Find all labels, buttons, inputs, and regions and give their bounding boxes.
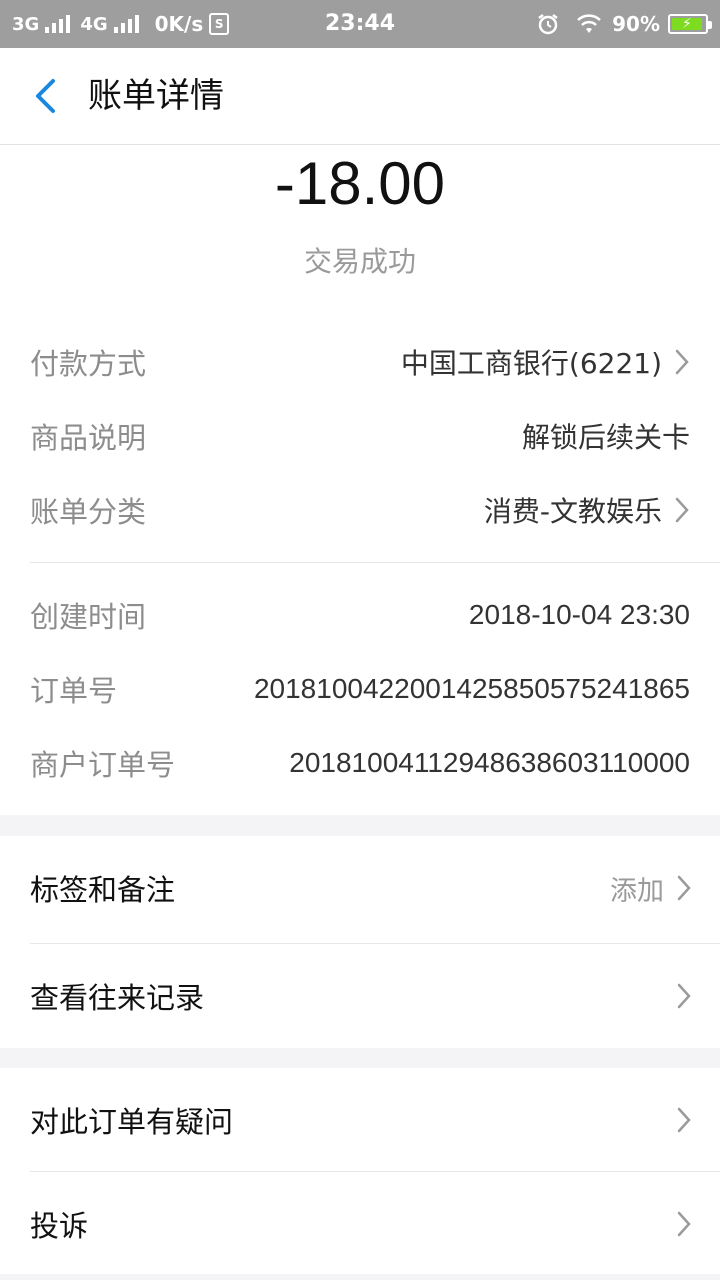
item-label: 对此订单有疑问: [30, 1105, 234, 1139]
chevron-right-icon: [677, 983, 691, 1009]
order-question-item[interactable]: 对此订单有疑问: [0, 1068, 720, 1172]
alarm-icon: [536, 12, 560, 36]
add-link[interactable]: 添加: [610, 869, 664, 908]
transaction-history-item[interactable]: 查看往来记录: [0, 944, 720, 1048]
wifi-icon: [576, 13, 602, 35]
detail-label: 付款方式: [30, 347, 147, 381]
item-right: 添加: [610, 869, 692, 908]
meta-label: 创建时间: [30, 600, 147, 634]
back-arrow-icon: [36, 79, 55, 113]
transaction-status: 交易成功: [303, 245, 416, 278]
item-right: [664, 982, 692, 1010]
detail-label: 账单分类: [30, 495, 147, 529]
detail-value: 解锁后续关卡: [521, 421, 690, 454]
meta-label: 订单号: [30, 674, 118, 708]
back-button[interactable]: [22, 72, 70, 120]
nav-bar: 账单详情: [0, 48, 720, 145]
battery-percent: 90%: [612, 12, 660, 36]
network-type-label: 4G: [80, 13, 108, 35]
amount: -18.00: [274, 150, 446, 217]
signal-3g: 3G: [12, 13, 71, 35]
action-group-2: 对此订单有疑问 投诉: [0, 1068, 720, 1274]
network-speed: 0K/s: [154, 12, 204, 36]
meta-value: 20181004112948638603110000: [289, 747, 690, 778]
meta-value: 2018100422001425850575241865: [253, 673, 690, 704]
meta-row-merchant-order-number: 商户订单号 20181004112948638603110000: [30, 733, 690, 793]
detail-value: 中国工商银行(6221): [401, 342, 690, 382]
meta-value: 2018-10-04 23:30: [468, 599, 690, 630]
item-label: 查看往来记录: [30, 981, 205, 1015]
tags-notes-item[interactable]: 标签和备注 添加: [0, 836, 720, 940]
status-right: 90% ⚡: [536, 0, 712, 48]
bill-summary: -18.00 交易成功 付款方式 中国工商银行(6221) 商品说明 解锁后续关…: [0, 145, 720, 815]
chevron-right-icon: [675, 497, 689, 523]
detail-label: 商品说明: [30, 421, 147, 455]
item-label: 标签和备注: [30, 873, 176, 907]
chevron-right-icon: [677, 1211, 691, 1237]
item-right: [664, 1106, 692, 1134]
divider: [30, 562, 720, 563]
signal-4g: 4G: [80, 13, 139, 35]
meta-row-order-number: 订单号 2018100422001425850575241865: [30, 659, 690, 719]
meta-row-created-time: 创建时间 2018-10-04 23:30: [30, 585, 690, 645]
detail-value: 消费-文教娱乐: [484, 490, 690, 530]
category-value: 消费-文教娱乐: [483, 495, 662, 528]
payment-method-value: 中国工商银行(6221): [400, 347, 662, 380]
action-group-1: 标签和备注 添加 查看往来记录: [0, 836, 720, 1048]
chevron-right-icon: [675, 349, 689, 375]
complaint-item[interactable]: 投诉: [0, 1172, 720, 1276]
chevron-right-icon: [677, 1107, 691, 1133]
battery-icon: ⚡: [668, 14, 712, 34]
network-type-label: 3G: [12, 13, 40, 35]
detail-row-payment-method[interactable]: 付款方式 中国工商银行(6221): [30, 332, 690, 392]
page-title: 账单详情: [88, 76, 224, 116]
signal-bars-icon: [45, 15, 71, 33]
item-right: [664, 1210, 692, 1238]
status-bar: 3G 4G 0K/s S 23:44 90% ⚡: [0, 0, 720, 48]
item-label: 投诉: [30, 1209, 89, 1243]
meta-label: 商户订单号: [30, 748, 176, 782]
signal-bars-icon: [113, 15, 139, 33]
detail-row-product: 商品说明 解锁后续关卡: [30, 406, 690, 466]
status-left: 3G 4G 0K/s S: [12, 0, 230, 48]
detail-row-category[interactable]: 账单分类 消费-文教娱乐: [30, 480, 690, 540]
s-icon: S: [209, 13, 230, 35]
chevron-right-icon: [677, 875, 691, 901]
